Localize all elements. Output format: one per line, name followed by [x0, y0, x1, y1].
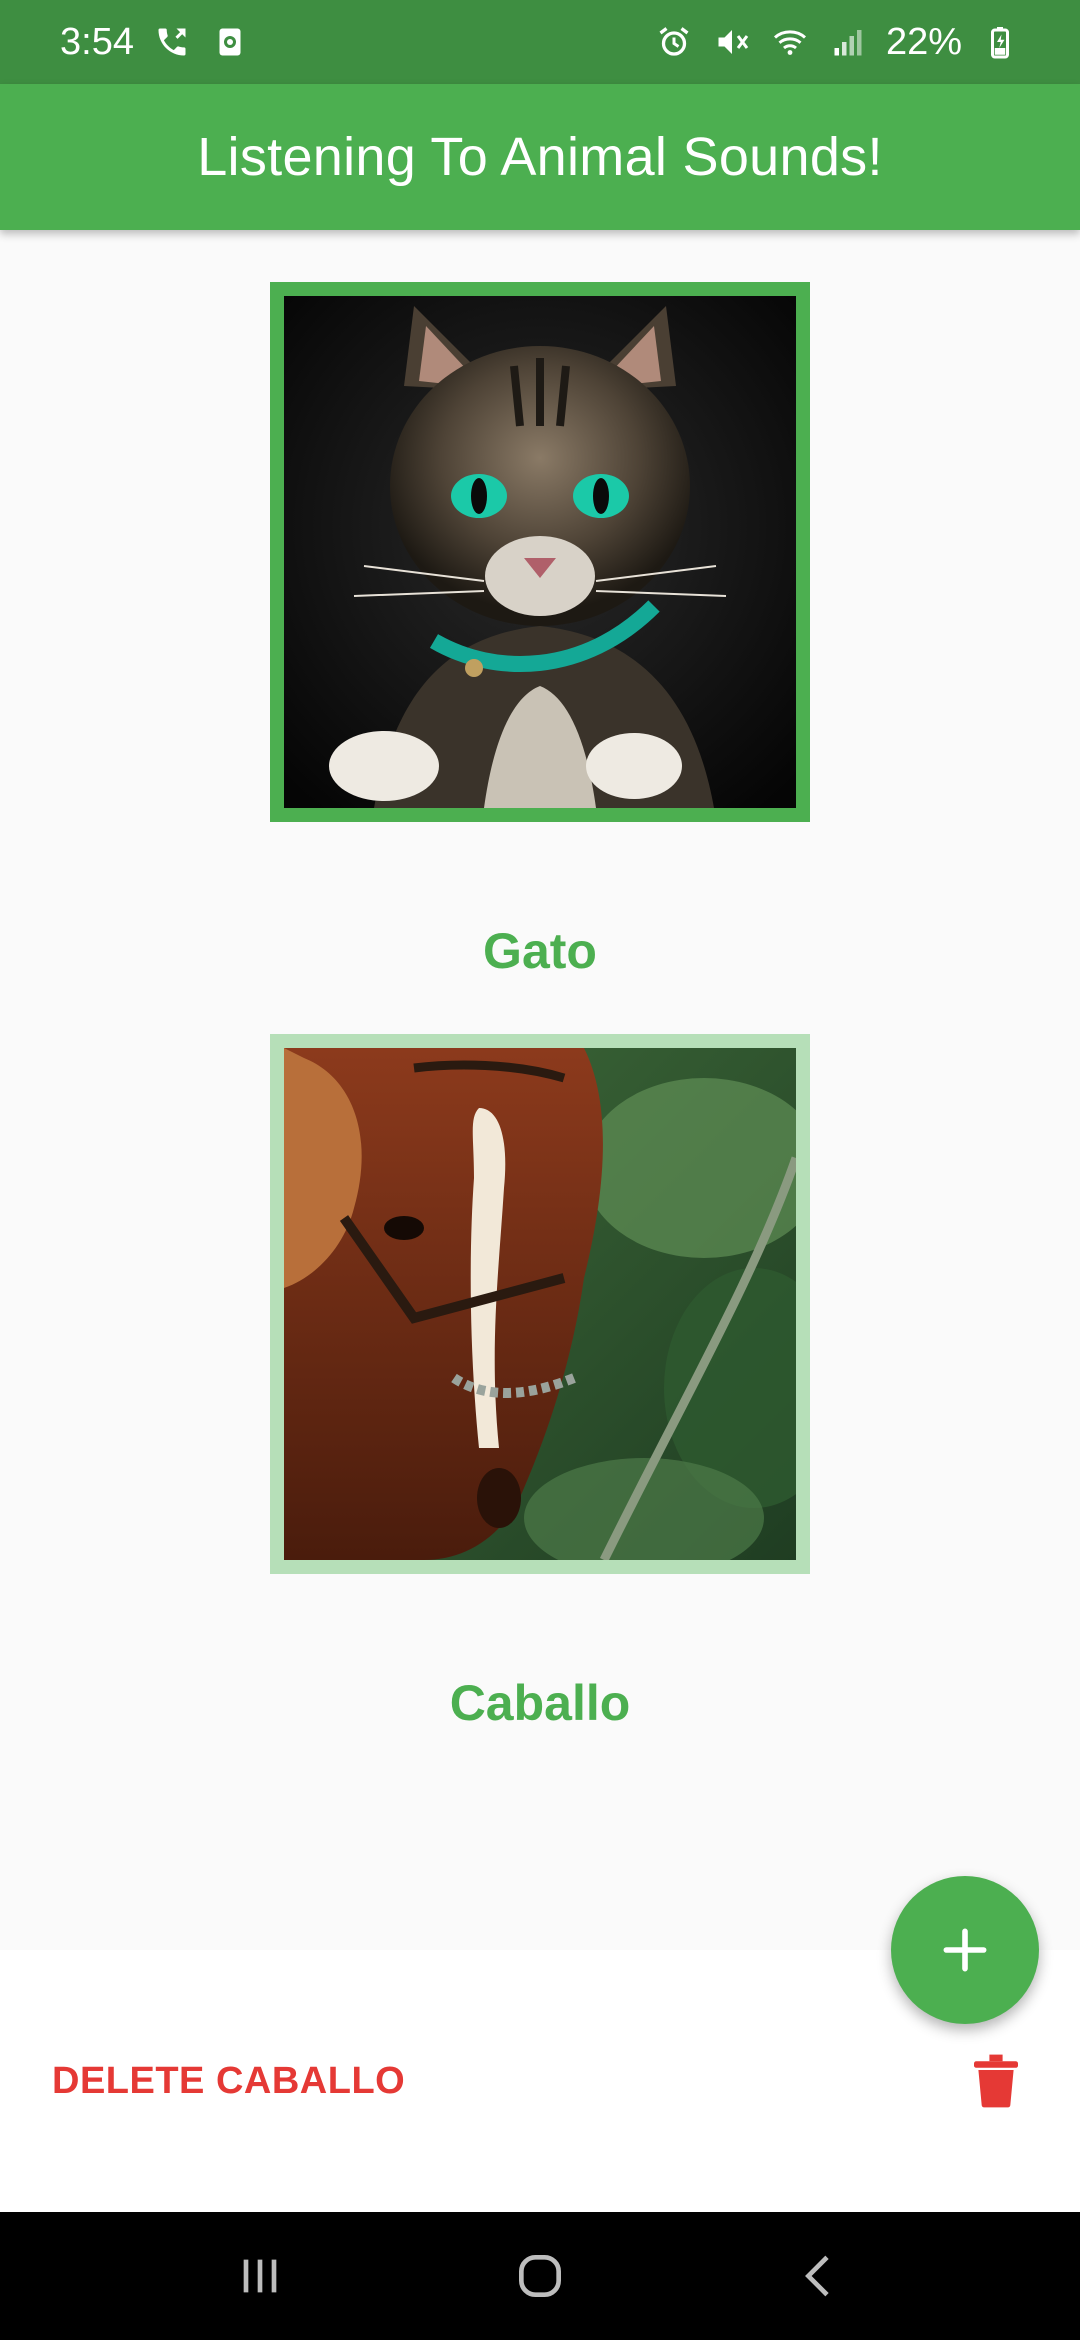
back-icon	[805, 2255, 829, 2297]
add-animal-button[interactable]	[891, 1876, 1039, 2024]
status-time: 3:54	[60, 20, 134, 63]
system-nav-bar	[0, 2212, 1080, 2340]
horse-photo[interactable]	[270, 1034, 810, 1574]
home-button[interactable]	[480, 2226, 600, 2326]
home-icon	[519, 2255, 561, 2297]
cat-image	[284, 296, 796, 808]
animal-name: Caballo	[449, 1675, 631, 1731]
trash-icon	[974, 2054, 1018, 2108]
back-button[interactable]	[760, 2226, 880, 2326]
battery-charging-icon	[980, 22, 1020, 62]
alarm-icon	[654, 22, 694, 62]
app-root: 3:54 22% Listening To Animal Sounds! Gat…	[0, 0, 1080, 2340]
screen-record-icon	[210, 22, 250, 62]
mute-icon	[712, 22, 752, 62]
cat-photo[interactable]	[270, 282, 810, 822]
status-right: 22%	[654, 21, 1020, 64]
wifi-icon	[770, 22, 810, 62]
status-left: 3:54	[60, 21, 250, 64]
horse-image	[284, 1048, 796, 1560]
app-bar: Listening To Animal Sounds!	[0, 84, 1080, 230]
animal-name: Gato	[483, 923, 597, 979]
status-bar: 3:54 22%	[0, 0, 1080, 84]
delete-animal-button[interactable]: DELETE CABALLO	[52, 2060, 405, 2103]
delete-trash-button[interactable]	[964, 2049, 1028, 2113]
plus-icon	[943, 1928, 987, 1972]
recent-apps-button[interactable]	[200, 2226, 320, 2326]
call-forward-icon	[152, 22, 192, 62]
app-title: Listening To Animal Sounds!	[197, 127, 883, 187]
battery-percent: 22%	[885, 20, 962, 63]
recent-apps-icon	[243, 2259, 277, 2293]
signal-icon	[828, 22, 868, 62]
